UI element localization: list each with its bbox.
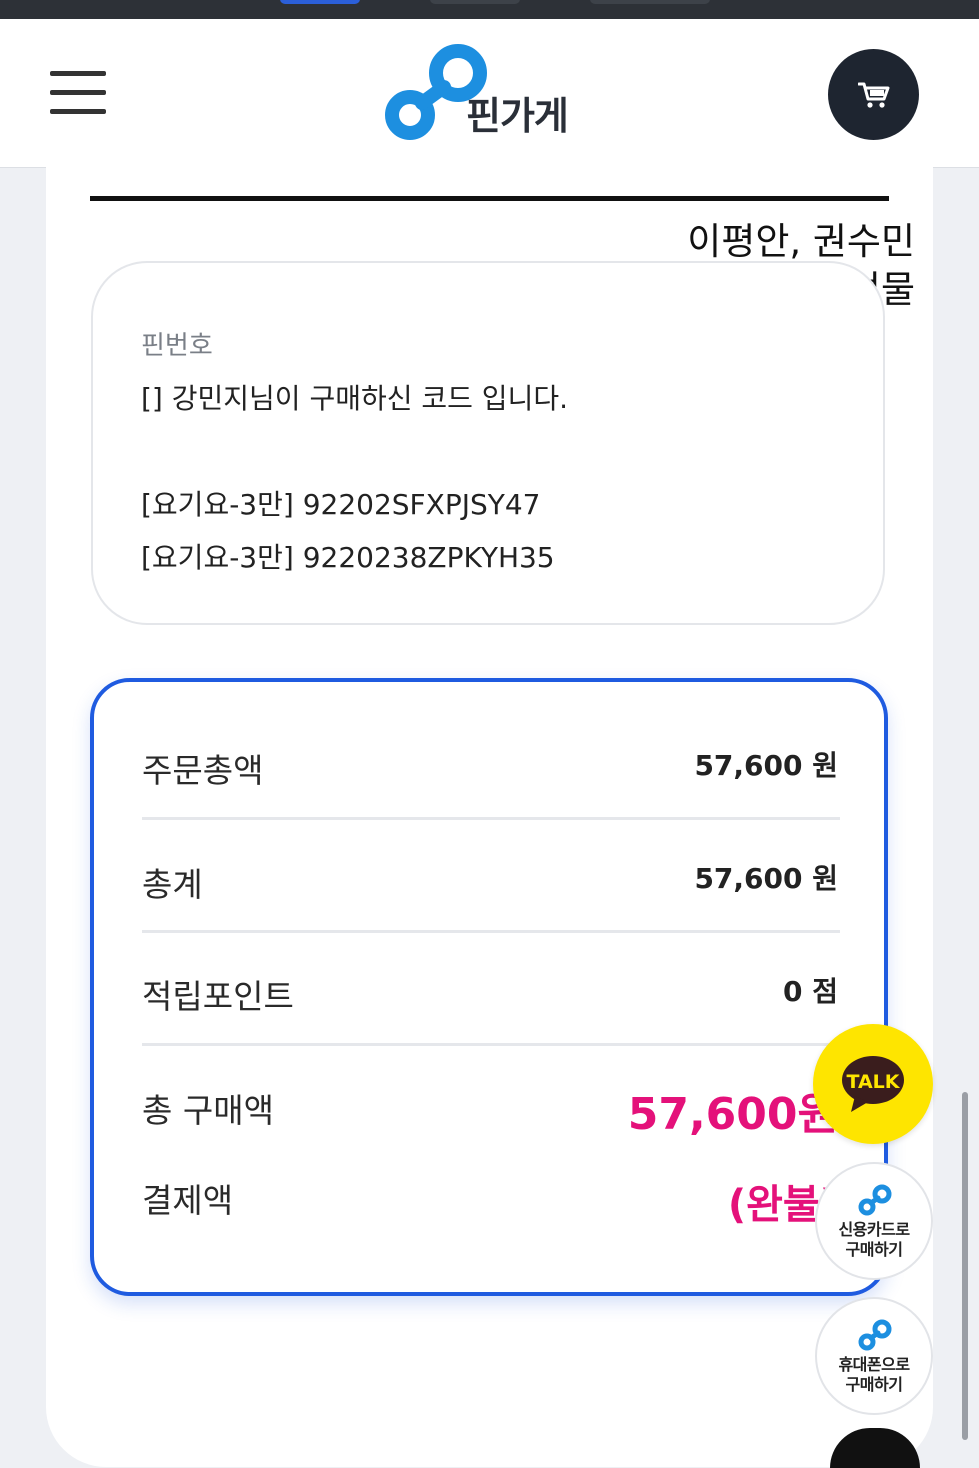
payment-label: 결제액: [142, 1181, 234, 1220]
pin-code-box: 핀번호 [] 강민지님이 구매하신 코드 입니다. [요기요-3만] 92202…: [91, 261, 885, 625]
brand-logo[interactable]: 핀가게: [382, 43, 612, 143]
memo-line: 이평안, 권수민: [687, 220, 915, 263]
total-value: 57,600 원: [694, 862, 838, 895]
fab-label: 신용카드로: [838, 1220, 910, 1239]
pin-logo-icon: [858, 1184, 892, 1216]
order-total-value: 57,600 원: [694, 749, 838, 782]
hamburger-menu-icon[interactable]: [50, 71, 106, 115]
fab-label: 구매하기: [845, 1240, 903, 1259]
payment-summary: 주문총액 57,600 원 총계 57,600 원 적립포인트 0 점 총 구매…: [90, 678, 888, 1296]
points-value: 0 점: [783, 975, 838, 1008]
order-total-label: 주문총액: [142, 751, 264, 790]
points-label: 적립포인트: [142, 977, 294, 1016]
section-divider: [90, 196, 889, 201]
pin-message: [] 강민지님이 구매하신 코드 입니다.: [141, 382, 568, 415]
cart-button[interactable]: [828, 49, 919, 140]
purchase-total-value: 57,600원: [627, 1089, 838, 1140]
status-bar: [0, 0, 979, 19]
row-divider: [142, 1043, 840, 1046]
cart-icon: [858, 82, 890, 108]
fab-label: 구매하기: [845, 1375, 903, 1394]
fab-label: 휴대폰으로: [838, 1355, 910, 1374]
kakao-talk-button[interactable]: TALK: [813, 1024, 933, 1144]
pin-code[interactable]: [요기요-3만] 92202SFXPJSY47: [141, 483, 541, 523]
site-header: 핀가게: [0, 19, 979, 168]
kakao-talk-icon: TALK: [842, 1056, 904, 1112]
talk-label: TALK: [846, 1071, 900, 1093]
scrollbar[interactable]: [962, 1092, 968, 1440]
pin-logo-icon: [858, 1319, 892, 1351]
status-indicator: [280, 0, 360, 4]
buy-with-phone-button[interactable]: 휴대폰으로 구매하기: [815, 1297, 933, 1415]
purchase-total-label: 총 구매액: [142, 1091, 274, 1130]
status-indicator: [590, 0, 710, 4]
row-divider: [142, 930, 840, 933]
total-label: 총계: [142, 865, 203, 904]
status-indicator: [430, 0, 520, 4]
pin-label: 핀번호: [141, 331, 213, 361]
buy-with-card-button[interactable]: 신용카드로 구매하기: [815, 1162, 933, 1280]
row-divider: [142, 817, 840, 820]
brand-name: 핀가게: [466, 94, 569, 138]
pin-code[interactable]: [요기요-3만] 9220238ZPKYH35: [141, 536, 555, 576]
